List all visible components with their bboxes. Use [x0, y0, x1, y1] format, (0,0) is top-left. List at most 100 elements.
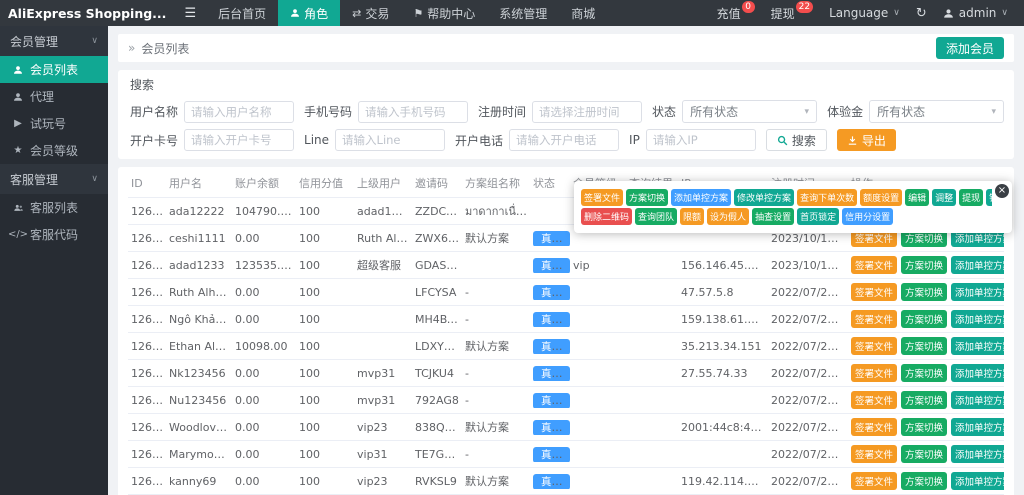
action-chip[interactable]: 签署文件	[851, 256, 898, 274]
sidebar-item[interactable]: </> 客服代码	[0, 221, 108, 248]
action-chip[interactable]: 添加单控方案	[951, 337, 1004, 355]
action-chip[interactable]: 方案切换	[901, 445, 948, 463]
status-badge[interactable]: 真人	[533, 338, 570, 354]
sidebar-item[interactable]: ▶ 试玩号	[0, 110, 108, 137]
action-chip[interactable]: 添加单控方案	[951, 391, 1004, 409]
sidebar-section-header[interactable]: 客服管理 ∨	[0, 164, 108, 194]
popup-action-chip[interactable]: 查询下单次数	[797, 189, 858, 206]
action-chip[interactable]: 方案切换	[901, 418, 948, 436]
status-badge[interactable]: 真人	[533, 230, 570, 246]
field-input[interactable]	[645, 129, 756, 151]
status-badge[interactable]: 真人	[533, 446, 570, 462]
field-input[interactable]	[184, 129, 295, 151]
action-chip[interactable]: 签署文件	[851, 472, 898, 490]
table-row: 126500adad1233 123535.00 100 超级客服 GDAS6Y 真人vi…	[128, 252, 1004, 279]
popup-action-chip[interactable]: 查询团队	[635, 208, 678, 225]
search-button[interactable]: 搜索	[765, 129, 827, 151]
popup-action-chip[interactable]: 签署文件	[581, 189, 624, 206]
field-input[interactable]	[532, 100, 643, 123]
action-chip[interactable]: 签署文件	[851, 310, 898, 328]
recharge-link[interactable]: 充值 0	[709, 1, 763, 22]
popup-action-chip[interactable]: 首页锁定	[797, 208, 840, 225]
refresh-icon[interactable]: ↻	[908, 6, 935, 21]
popup-action-chip[interactable]: 修改单控方案	[734, 189, 795, 206]
withdraw-link[interactable]: 提现 22	[763, 1, 821, 22]
action-chip[interactable]: 添加单控方案	[951, 283, 1004, 301]
nav-item[interactable]: 商城	[559, 0, 607, 26]
action-chip[interactable]: 方案切换	[901, 310, 948, 328]
status-badge[interactable]: 真人	[533, 419, 570, 435]
field-select[interactable]: 所有状态 ▾	[869, 100, 1005, 123]
popup-action-chip[interactable]: 抽查设置	[752, 208, 795, 225]
action-chip[interactable]: 方案切换	[901, 256, 948, 274]
user-icon	[12, 65, 24, 75]
action-chip[interactable]: 添加单控方案	[951, 445, 1004, 463]
popup-action-chip[interactable]: 编辑	[905, 189, 930, 206]
popup-action-chip[interactable]: 添加单控方案	[671, 189, 732, 206]
action-chip[interactable]: 添加单控方案	[951, 418, 1004, 436]
action-chip[interactable]: 签署文件	[851, 418, 898, 436]
popup-action-chip[interactable]: 设为假人	[707, 208, 750, 225]
select-value: 所有状态	[690, 105, 739, 119]
nav-item[interactable]: ⇄ 交易	[340, 0, 401, 26]
popup-action-chip[interactable]: 银行卡信息	[986, 189, 992, 206]
recharge-label: 充值	[716, 6, 741, 21]
nav-item[interactable]: 角色	[278, 0, 341, 26]
field-input[interactable]	[335, 129, 446, 151]
status-badge[interactable]: 真人	[533, 257, 570, 273]
action-chip[interactable]: 签署文件	[851, 391, 898, 409]
action-chip[interactable]: 方案切换	[901, 364, 948, 382]
cell-invite: GDAS6Y	[415, 258, 461, 272]
add-member-button[interactable]: 添加会员	[935, 37, 1004, 59]
menu-toggle-icon[interactable]: ☰	[174, 6, 206, 21]
action-chip[interactable]: 签署文件	[851, 283, 898, 301]
nav-item[interactable]: 系统管理	[487, 0, 559, 26]
sidebar-item[interactable]: 会员列表	[0, 56, 108, 83]
status-badge[interactable]: 真人	[533, 311, 570, 327]
sidebar-item[interactable]: 客服列表	[0, 194, 108, 221]
action-chip[interactable]: 方案切换	[901, 337, 948, 355]
action-chip[interactable]: 添加单控方案	[951, 256, 1004, 274]
popup-action-chip[interactable]: 信用分设置	[842, 208, 894, 225]
field-label: 手机号码	[304, 105, 353, 119]
sidebar-item[interactable]: 代理	[0, 83, 108, 110]
nav-item[interactable]: 后台首页	[206, 0, 278, 26]
sidebar-item[interactable]: ★ 会员等级	[0, 137, 108, 164]
popup-action-chip[interactable]: 删除二维码	[581, 208, 633, 225]
popup-action-chip[interactable]: 限额	[680, 208, 705, 225]
popup-action-chip[interactable]: 调整	[932, 189, 957, 206]
action-chip[interactable]: 添加单控方案	[951, 364, 1004, 382]
field-select[interactable]: 所有状态 ▾	[682, 100, 818, 123]
status-badge[interactable]: 真人	[533, 365, 570, 381]
status-badge[interactable]: 真人	[533, 392, 570, 408]
popup-action-chip[interactable]: 方案切换	[626, 189, 669, 206]
action-chip[interactable]: 方案切换	[901, 391, 948, 409]
export-button[interactable]: 导出	[836, 129, 896, 151]
table-row: 126499Ruth Alhcfah...0.00 100 LFCYSA- 真人 47.…	[128, 279, 1004, 306]
cell-credit: 100	[299, 204, 320, 218]
field-input[interactable]	[358, 100, 469, 123]
action-chip[interactable]: 签署文件	[851, 337, 898, 355]
status-badge[interactable]: 真人	[533, 284, 570, 300]
action-chip[interactable]: 添加单控方案	[951, 472, 1004, 490]
cell-id: 126486	[131, 393, 166, 407]
action-chip[interactable]: 方案切换	[901, 472, 948, 490]
nav-item[interactable]: ⚑ 帮助中心	[401, 0, 487, 26]
language-menu[interactable]: Language ∨	[821, 6, 908, 20]
field-input[interactable]	[184, 100, 295, 123]
table-row: 126485Woodlove370.00 100 vip23 838QHX 默认方案 真人…	[128, 414, 1004, 441]
action-chip[interactable]: 添加单控方案	[951, 310, 1004, 328]
field-input[interactable]	[509, 129, 620, 151]
action-chip[interactable]: 方案切换	[901, 283, 948, 301]
action-chip[interactable]: 签署文件	[851, 364, 898, 382]
chevron-down-icon: ▾	[804, 106, 810, 117]
popup-action-chip[interactable]: 额度设置	[860, 189, 903, 206]
action-chip[interactable]: 签署文件	[851, 445, 898, 463]
user-menu[interactable]: admin ∨	[935, 6, 1016, 20]
sidebar-section-header[interactable]: 会员管理 ∨	[0, 26, 108, 56]
status-badge[interactable]: 真人	[533, 473, 570, 489]
cell-balance: 104790.00	[235, 204, 295, 218]
popup-close-icon[interactable]: ×	[995, 184, 1009, 198]
download-icon	[847, 135, 858, 146]
popup-action-chip[interactable]: 提现	[959, 189, 984, 206]
